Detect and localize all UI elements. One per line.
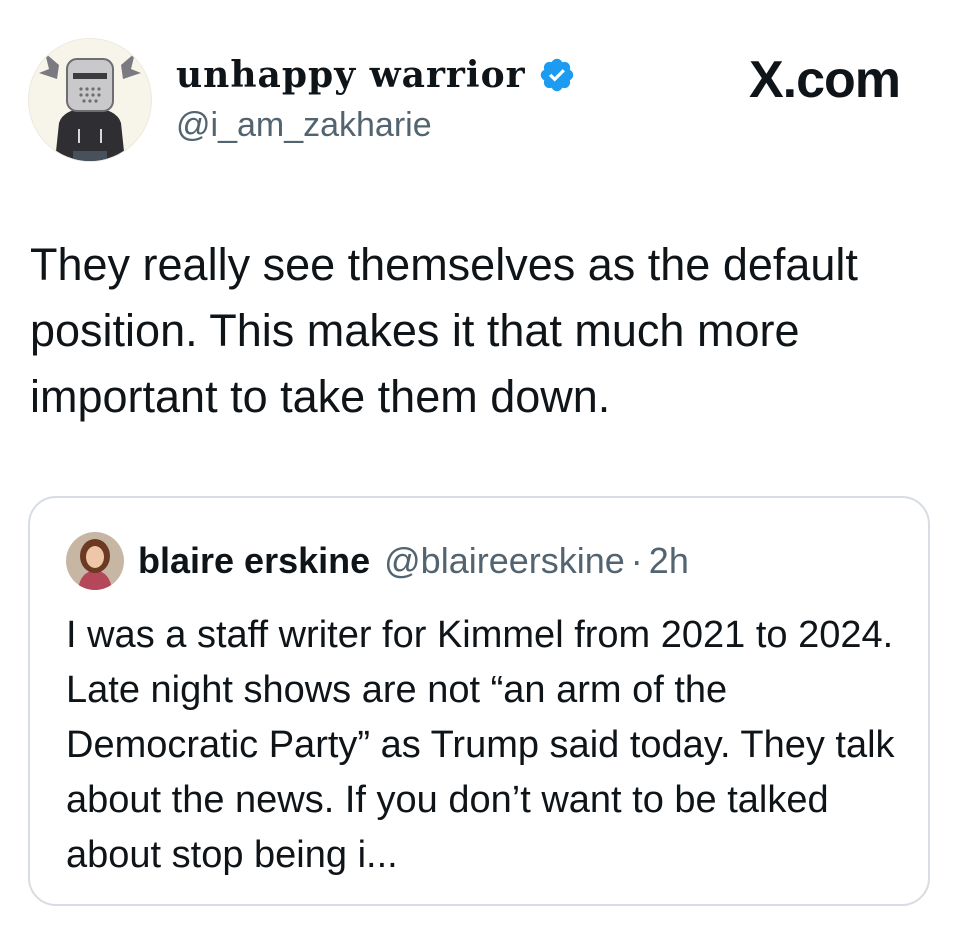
author-display-name[interactable]: unhappy warrior: [176, 54, 526, 96]
tweet-text: They really see themselves as the defaul…: [30, 239, 858, 422]
quoted-tweet-card[interactable]: blaire erskine @blaireerskine · 2h I was…: [28, 496, 930, 906]
x-logo: X.com: [748, 51, 901, 109]
quoted-tweet-meta: @blaireerskine · 2h: [384, 540, 689, 582]
quoted-author-handle[interactable]: @blaireerskine: [384, 540, 625, 582]
meta-separator: ·: [630, 540, 643, 581]
verified-badge-icon: [540, 58, 573, 92]
quoted-tweet-header: blaire erskine @blaireerskine · 2h: [66, 532, 689, 590]
quoted-tweet-text: I was a staff writer for Kimmel from 202…: [66, 614, 895, 876]
author-avatar[interactable]: [28, 38, 152, 162]
quoted-author-avatar[interactable]: [66, 532, 124, 590]
knight-helmet-avatar-icon: [29, 39, 151, 161]
author-name-row: unhappy warrior: [176, 50, 576, 100]
woman-portrait-avatar-icon: [66, 532, 124, 590]
author-handle[interactable]: @i_am_zakharie: [176, 106, 432, 145]
quoted-tweet-timestamp[interactable]: 2h: [649, 540, 689, 582]
quoted-author-name[interactable]: blaire erskine: [138, 540, 370, 582]
